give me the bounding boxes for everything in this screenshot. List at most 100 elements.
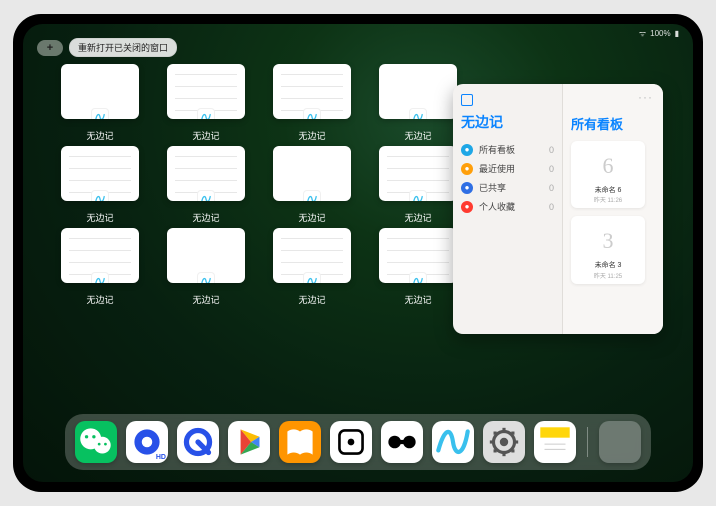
panel-sidebar: 无边记 ● 所有看板 0 ● 最近使用 0 ● 已共享 0 ● 个人收藏 0: [453, 84, 563, 334]
window-grid: 无边记 无边记 无边记 无边记 无边记 无边记 无边记 无边记: [59, 64, 459, 306]
window-tile[interactable]: 无边记: [165, 146, 247, 224]
window-tile[interactable]: 无边记: [59, 146, 141, 224]
sidebar-item[interactable]: ● 最近使用 0: [461, 159, 554, 178]
window-label: 无边记: [86, 293, 113, 306]
status-bar: ᯤ 100% ▮: [639, 28, 679, 39]
window-tile[interactable]: 无边记: [271, 146, 353, 224]
window-thumbnail: [167, 64, 245, 119]
window-tile[interactable]: 无边记: [271, 228, 353, 306]
freeform-icon: [197, 190, 215, 201]
topbar: + 重新打开已关闭的窗口: [37, 38, 177, 57]
board-subtitle: 昨天 11:25: [575, 271, 641, 280]
ipad-screen: ᯤ 100% ▮ + 重新打开已关闭的窗口 无边记 无边记 无边记 无边记 无边…: [23, 24, 693, 482]
window-label: 无边记: [86, 129, 113, 142]
window-thumbnail: [61, 146, 139, 201]
window-thumbnail: [61, 64, 139, 119]
window-label: 无边记: [192, 211, 219, 224]
window-tile[interactable]: 无边记: [377, 64, 459, 142]
play-app-icon[interactable]: [228, 421, 270, 463]
window-label: 无边记: [192, 293, 219, 306]
board-title: 未命名 6: [575, 187, 641, 195]
window-thumbnail: [273, 228, 351, 283]
nav-label: 最近使用: [479, 162, 515, 175]
nav-count: 0: [549, 183, 554, 193]
freeform-app-icon[interactable]: [432, 421, 474, 463]
board-card[interactable]: 6 未命名 6 昨天 11:26: [571, 141, 645, 208]
quark-app-icon[interactable]: [177, 421, 219, 463]
freeform-icon: [91, 272, 109, 283]
nav-icon: ●: [461, 201, 473, 213]
panel-right-title: 所有看板: [571, 114, 655, 133]
window-label: 无边记: [86, 211, 113, 224]
panel-left-title: 无边记: [461, 112, 554, 132]
freeform-icon: [91, 190, 109, 201]
window-label: 无边记: [192, 129, 219, 142]
window-tile[interactable]: 无边记: [271, 64, 353, 142]
nav-label: 所有看板: [479, 143, 515, 156]
nav-count: 0: [549, 164, 554, 174]
sidebar-item[interactable]: ● 个人收藏 0: [461, 197, 554, 216]
freeform-icon: [91, 108, 109, 119]
battery-icon: ▮: [675, 29, 679, 38]
connect-app-icon[interactable]: [381, 421, 423, 463]
ipad-frame: ᯤ 100% ▮ + 重新打开已关闭的窗口 无边记 无边记 无边记 无边记 无边…: [13, 14, 703, 492]
sidebar-item[interactable]: ● 已共享 0: [461, 178, 554, 197]
window-thumbnail: [273, 146, 351, 201]
window-tile[interactable]: 无边记: [165, 64, 247, 142]
quark-hd-app-icon[interactable]: HD: [126, 421, 168, 463]
sidebar-toggle-icon[interactable]: [461, 94, 554, 106]
notes-app-icon[interactable]: [534, 421, 576, 463]
nav-label: 已共享: [479, 181, 506, 194]
freeform-icon: [303, 190, 321, 201]
freeform-icon: [197, 108, 215, 119]
window-label: 无边记: [404, 211, 431, 224]
board-card[interactable]: 3 未命名 3 昨天 11:25: [571, 216, 645, 283]
nav-label: 个人收藏: [479, 200, 515, 213]
panel-content: ··· 所有看板 6 未命名 6 昨天 11:26 3 未命名 3 昨天 11:…: [563, 84, 663, 334]
battery-label: 100%: [650, 29, 670, 38]
board-sketch: 6: [575, 145, 641, 187]
window-label: 无边记: [404, 293, 431, 306]
freeform-app-panel[interactable]: 无边记 ● 所有看板 0 ● 最近使用 0 ● 已共享 0 ● 个人收藏 0 ·…: [453, 84, 663, 334]
dock: HD: [65, 414, 651, 470]
board-sketch: 3: [575, 220, 641, 262]
recent-apps-folder[interactable]: [599, 421, 641, 463]
window-tile[interactable]: 无边记: [165, 228, 247, 306]
window-thumbnail: [379, 64, 457, 119]
window-label: 无边记: [298, 211, 325, 224]
board-title: 未命名 3: [575, 262, 641, 270]
app-badge: HD: [156, 454, 166, 461]
window-label: 无边记: [298, 129, 325, 142]
sidebar-item[interactable]: ● 所有看板 0: [461, 140, 554, 159]
window-thumbnail: [379, 146, 457, 201]
freeform-icon: [409, 190, 427, 201]
settings-app-icon[interactable]: [483, 421, 525, 463]
nav-icon: ●: [461, 182, 473, 194]
wifi-icon: ᯤ: [639, 28, 646, 39]
dice-app-icon[interactable]: [330, 421, 372, 463]
freeform-icon: [197, 272, 215, 283]
freeform-icon: [303, 272, 321, 283]
nav-count: 0: [549, 202, 554, 212]
reopen-closed-window-button[interactable]: 重新打开已关闭的窗口: [69, 38, 177, 57]
window-label: 无边记: [404, 129, 431, 142]
freeform-icon: [409, 272, 427, 283]
window-tile[interactable]: 无边记: [377, 146, 459, 224]
add-window-button[interactable]: +: [37, 40, 63, 56]
nav-icon: ●: [461, 144, 473, 156]
freeform-icon: [409, 108, 427, 119]
nav-count: 0: [549, 145, 554, 155]
window-thumbnail: [273, 64, 351, 119]
more-icon[interactable]: ···: [638, 90, 653, 104]
freeform-icon: [303, 108, 321, 119]
window-tile[interactable]: 无边记: [59, 228, 141, 306]
window-tile[interactable]: 无边记: [59, 64, 141, 142]
dock-separator: [587, 427, 588, 457]
window-thumbnail: [167, 146, 245, 201]
window-thumbnail: [379, 228, 457, 283]
books-app-icon[interactable]: [279, 421, 321, 463]
board-subtitle: 昨天 11:26: [575, 195, 641, 204]
wechat-app-icon[interactable]: [75, 421, 117, 463]
nav-icon: ●: [461, 163, 473, 175]
window-tile[interactable]: 无边记: [377, 228, 459, 306]
